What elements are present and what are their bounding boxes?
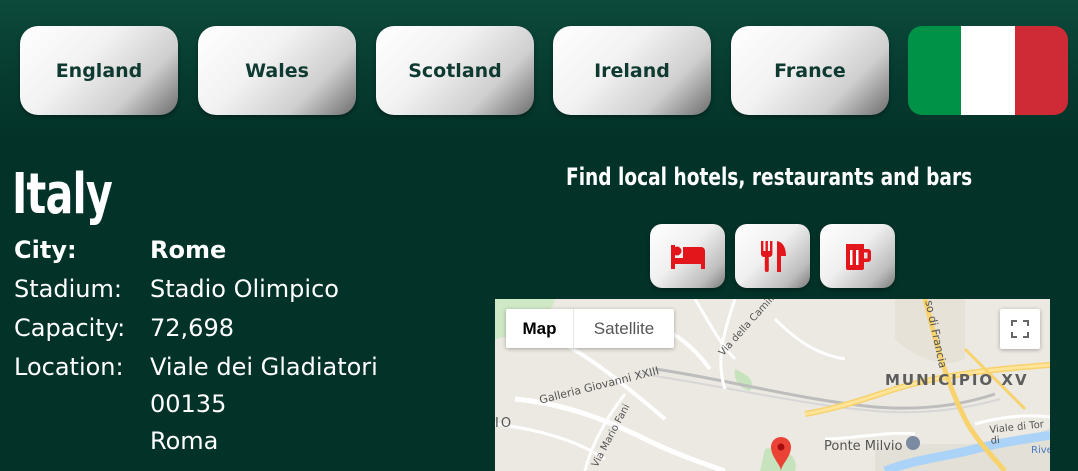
find-local-heading: Find local hotels, restaurants and bars [566, 163, 973, 191]
bed-icon [670, 245, 705, 269]
map-embed[interactable]: MUNICIPIO XV Galleria Giovanni XXIII Pon… [495, 299, 1050, 471]
map-tab-map[interactable]: Map [506, 309, 573, 348]
location-line-2: 00135 [150, 390, 227, 418]
country-title: Italy [12, 162, 113, 227]
hotels-button[interactable] [650, 224, 725, 288]
map-label-ponte-milvio: Ponte Milvio [824, 439, 903, 454]
capacity-label: Capacity: [14, 314, 126, 342]
stadium-value: Stadio Olimpico [150, 275, 339, 303]
city-label: City: [14, 236, 77, 264]
nav-button-england[interactable]: England [20, 26, 178, 115]
nav-button-scotland[interactable]: Scotland [376, 26, 534, 115]
flag-stripe-red [1014, 26, 1068, 115]
stadium-label: Stadium: [14, 275, 122, 303]
nav-button-ireland[interactable]: Ireland [553, 26, 711, 115]
location-line-1: Viale dei Gladiatori [150, 353, 378, 381]
beer-mug-icon [845, 244, 871, 270]
flag-stripe-green [908, 26, 962, 115]
location-line-3: Roma [150, 427, 219, 455]
restaurants-button[interactable] [735, 224, 810, 288]
nav-button-france[interactable]: France [731, 26, 889, 115]
bars-button[interactable] [820, 224, 895, 288]
fullscreen-button[interactable] [1000, 309, 1040, 349]
city-value: Rome [150, 236, 227, 264]
map-label-partial: IO [495, 416, 514, 431]
flag-stripe-white [961, 26, 1015, 115]
nav-button-wales[interactable]: Wales [198, 26, 356, 115]
cutlery-icon [760, 241, 786, 272]
country-nav: England Wales Scotland Ireland France [0, 0, 1078, 140]
map-label-district: MUNICIPIO XV [885, 371, 1029, 389]
map-label-river: Rive [1031, 445, 1050, 456]
map-type-toggle: Map Satellite [506, 309, 674, 348]
capacity-value: 72,698 [150, 314, 234, 342]
map-tab-satellite[interactable]: Satellite [573, 309, 674, 348]
fullscreen-icon [1011, 320, 1029, 338]
nav-button-italy-flag[interactable] [908, 26, 1068, 115]
location-label: Location: [14, 353, 124, 381]
